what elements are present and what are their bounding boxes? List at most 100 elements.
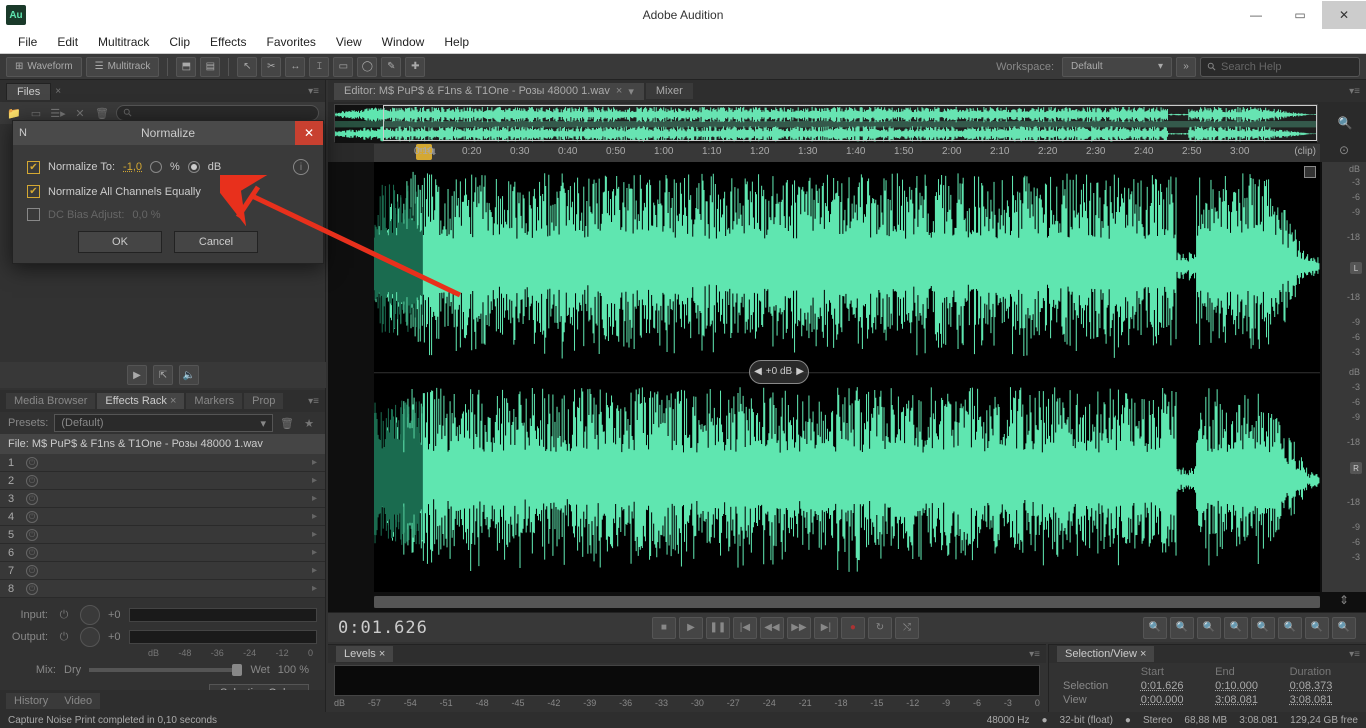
- lasso-tool-icon[interactable]: ◯: [357, 57, 377, 77]
- view-end-value[interactable]: 3:08.081: [1209, 693, 1283, 707]
- effects-rack-tab[interactable]: Effects Rack ×: [97, 393, 184, 409]
- close-icon[interactable]: ×: [616, 85, 622, 97]
- zoom-out-vertical-icon[interactable]: 🔍: [1251, 617, 1275, 639]
- close-icon[interactable]: ×: [379, 648, 385, 660]
- window-minimize-button[interactable]: —: [1234, 1, 1278, 29]
- skip-selection-button[interactable]: ⤭: [895, 617, 919, 639]
- properties-tab[interactable]: Prop: [244, 393, 283, 409]
- ok-button[interactable]: OK: [78, 231, 162, 253]
- window-maximize-button[interactable]: ▭: [1278, 1, 1322, 29]
- skip-end-button[interactable]: ▶|: [814, 617, 838, 639]
- play-button[interactable]: ▶: [679, 617, 703, 639]
- unit-percent-radio[interactable]: [150, 161, 162, 173]
- effect-slot-4[interactable]: 4⏻▸: [0, 508, 325, 526]
- effect-slot-2[interactable]: 2⏻▸: [0, 472, 325, 490]
- history-tab[interactable]: History: [6, 693, 56, 709]
- output-power-icon[interactable]: ⏻: [56, 629, 72, 645]
- editor-file-tab[interactable]: Editor: M$ PuP$ & F1ns & T1One - Розы 48…: [334, 83, 644, 100]
- zoom-out-horizontal-icon[interactable]: 🔍: [1170, 617, 1194, 639]
- menu-multitrack[interactable]: Multitrack: [88, 33, 159, 51]
- loop-button[interactable]: ↻: [868, 617, 892, 639]
- hud-toggle-icon[interactable]: ▤: [200, 57, 220, 77]
- selection-start-value[interactable]: 0:01.626: [1135, 679, 1209, 693]
- unit-db-radio[interactable]: [188, 161, 200, 173]
- power-icon[interactable]: ⏻: [26, 565, 38, 577]
- record-file-icon[interactable]: ▭: [28, 105, 44, 121]
- open-file-icon[interactable]: 📁: [6, 105, 22, 121]
- levels-tab[interactable]: Levels ×: [336, 646, 393, 662]
- mix-slider[interactable]: [89, 668, 242, 672]
- power-icon[interactable]: ⏻: [26, 475, 38, 487]
- spectral-pitch-toggle-icon[interactable]: ⬒: [176, 57, 196, 77]
- channel-options-icon[interactable]: [1304, 166, 1316, 178]
- zoom-reset-icon[interactable]: 🔍: [1197, 617, 1221, 639]
- zoom-in-horizontal-icon[interactable]: 🔍: [1143, 617, 1167, 639]
- timecode-display[interactable]: 0:01.626: [338, 618, 428, 638]
- selection-end-value[interactable]: 0:10.000: [1209, 679, 1283, 693]
- effect-slot-1[interactable]: 1⏻▸: [0, 454, 325, 472]
- navigator-icon[interactable]: ⊙: [1334, 140, 1354, 160]
- rewind-button[interactable]: ◀◀: [760, 617, 784, 639]
- markers-tab[interactable]: Markers: [186, 393, 242, 409]
- effect-slot-8[interactable]: 8⏻▸: [0, 580, 325, 598]
- zoom-overview-icon[interactable]: 🔍: [1335, 113, 1355, 133]
- insert-multitrack-icon[interactable]: ☰▸: [50, 105, 66, 121]
- power-icon[interactable]: ⏻: [26, 493, 38, 505]
- video-tab[interactable]: Video: [56, 693, 100, 709]
- delete-preset-icon[interactable]: 🗑: [279, 415, 295, 431]
- time-ruler[interactable]: hms ⬇ 0:100:200:300:400:501:001:101:201:…: [374, 144, 1320, 164]
- effect-slot-3[interactable]: 3⏻▸: [0, 490, 325, 508]
- menu-help[interactable]: Help: [434, 33, 479, 51]
- preview-autoplay-button[interactable]: 🔈: [179, 365, 199, 385]
- power-icon[interactable]: ⏻: [26, 457, 38, 469]
- normalize-to-value[interactable]: -1,0: [123, 161, 142, 173]
- view-duration-value[interactable]: 3:08.081: [1284, 693, 1358, 707]
- pause-button[interactable]: ❚❚: [706, 617, 730, 639]
- effect-slot-5[interactable]: 5⏻▸: [0, 526, 325, 544]
- menu-effects[interactable]: Effects: [200, 33, 256, 51]
- workspace-menu-icon[interactable]: »: [1176, 57, 1196, 77]
- menu-view[interactable]: View: [326, 33, 372, 51]
- move-tool-icon[interactable]: ↖: [237, 57, 257, 77]
- normalize-to-checkbox[interactable]: ✔: [27, 161, 40, 174]
- marquee-tool-icon[interactable]: ▭: [333, 57, 353, 77]
- skip-start-button[interactable]: |◀: [733, 617, 757, 639]
- multitrack-mode-button[interactable]: ☰Multitrack: [86, 57, 160, 77]
- volume-envelope-handle[interactable]: ◀+0 dB▶: [749, 360, 809, 384]
- razor-tool-icon[interactable]: ✂: [261, 57, 281, 77]
- input-power-icon[interactable]: ⏻: [56, 607, 72, 623]
- brush-tool-icon[interactable]: ✎: [381, 57, 401, 77]
- cancel-button[interactable]: Cancel: [174, 231, 258, 253]
- files-tab-close-icon[interactable]: ×: [55, 86, 61, 97]
- zoom-selection-out-icon[interactable]: 🔍: [1305, 617, 1329, 639]
- menu-window[interactable]: Window: [372, 33, 435, 51]
- scrollbar-thumb[interactable]: [374, 596, 1320, 608]
- panel-menu-icon[interactable]: ▾≡: [1349, 649, 1360, 660]
- files-tab[interactable]: Files: [6, 83, 51, 100]
- trash-icon[interactable]: 🗑: [94, 105, 110, 121]
- time-select-tool-icon[interactable]: 𝙸: [309, 57, 329, 77]
- vertical-zoom-icon[interactable]: ⇕: [1334, 590, 1354, 610]
- power-icon[interactable]: ⏻: [26, 511, 38, 523]
- close-icon[interactable]: ×: [1140, 648, 1146, 660]
- menu-clip[interactable]: Clip: [159, 33, 200, 51]
- effect-slot-6[interactable]: 6⏻▸: [0, 544, 325, 562]
- stop-button[interactable]: ■: [652, 617, 676, 639]
- panel-menu-icon[interactable]: ▾≡: [1349, 86, 1360, 97]
- all-channels-checkbox[interactable]: ✔: [27, 185, 40, 198]
- overview-waveform[interactable]: 🔍: [334, 104, 1318, 142]
- forward-button[interactable]: ▶▶: [787, 617, 811, 639]
- waveform-container[interactable]: ◀+0 dB▶: [374, 162, 1320, 592]
- slip-tool-icon[interactable]: ↔: [285, 57, 305, 77]
- menu-file[interactable]: File: [8, 33, 47, 51]
- panel-menu-icon[interactable]: ▾≡: [308, 86, 319, 97]
- selection-duration-value[interactable]: 0:08.373: [1284, 679, 1358, 693]
- record-button[interactable]: ●: [841, 617, 865, 639]
- view-start-value[interactable]: 0:00.000: [1135, 693, 1209, 707]
- zoom-selection-in-icon[interactable]: 🔍: [1278, 617, 1302, 639]
- zoom-full-icon[interactable]: 🔍: [1332, 617, 1356, 639]
- selection-view-tab[interactable]: Selection/View ×: [1057, 646, 1154, 662]
- info-icon[interactable]: i: [293, 159, 309, 175]
- input-gain-knob[interactable]: [80, 605, 100, 625]
- preview-play-button[interactable]: ▶: [127, 365, 147, 385]
